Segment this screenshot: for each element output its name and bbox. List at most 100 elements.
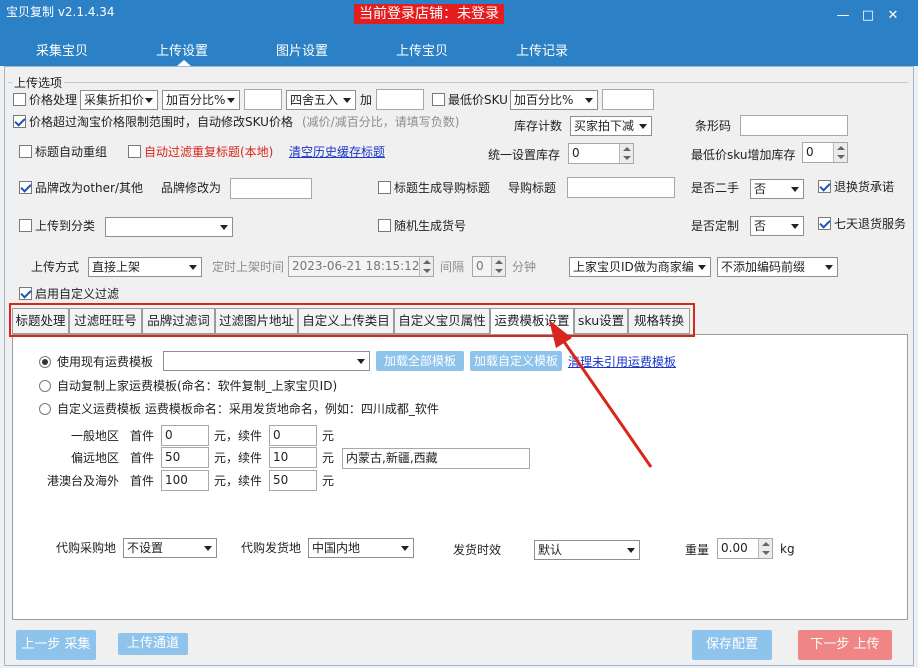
close-icon[interactable]: ✕ xyxy=(885,8,901,24)
minimize-icon[interactable]: — xyxy=(835,8,851,24)
second-hand-label: 是否二手 xyxy=(691,181,740,195)
auto-modify-sku-hint: (减价/减百分比，请填写负数) xyxy=(302,115,460,129)
tab-custom-category[interactable]: 自定义上传类目 xyxy=(298,308,394,334)
tab-upload-settings[interactable]: 上传设置 xyxy=(156,40,208,59)
region-next-input[interactable]: 0 xyxy=(269,425,317,446)
guide-title-gen-label: 标题生成导购标题 xyxy=(394,181,491,195)
min-sku-stock-input[interactable]: 0 xyxy=(802,142,848,163)
interval-label: 间隔 xyxy=(440,260,465,274)
region-yuan-label: 元 xyxy=(322,451,335,465)
tab-sku-settings[interactable]: sku设置 xyxy=(574,308,628,334)
weight-input[interactable]: 0.00 xyxy=(717,538,773,559)
min-sku-value-input[interactable] xyxy=(602,89,654,110)
region-yuan-next-label: 元，续件 xyxy=(214,451,263,465)
custom-template-label: 自定义运费模板 运费模板命名：采用发货地命名，例如：四川成都_软件 xyxy=(57,402,439,416)
random-sku-no-label: 随机生成货号 xyxy=(394,219,467,233)
tab-filter-wangwang[interactable]: 过滤旺旺号 xyxy=(69,308,142,334)
auto-copy-label: 自动复制上家运费模板(命名：软件复制_上家宝贝ID) xyxy=(57,379,338,393)
guide-title-label: 导购标题 xyxy=(508,181,557,195)
auto-copy-radio[interactable] xyxy=(39,380,51,392)
title-regroup-checkbox[interactable] xyxy=(19,145,32,158)
upload-mode-select[interactable]: 直接上架 xyxy=(88,257,202,277)
prev-step-button[interactable]: 上一步 采集 xyxy=(16,630,96,660)
region-next-input[interactable]: 10 xyxy=(269,447,317,468)
load-custom-templates-button[interactable]: 加载自定义模板 xyxy=(470,351,562,371)
tab-title-process[interactable]: 标题处理 xyxy=(12,308,69,334)
timed-upload-input[interactable]: 2023-06-21 18:15:12 xyxy=(288,256,434,277)
price-mode-select[interactable]: 采集折扣价 xyxy=(80,90,158,110)
price-value-input[interactable] xyxy=(244,89,282,110)
tab-filter-image-url[interactable]: 过滤图片地址 xyxy=(215,308,298,334)
interval-input[interactable]: 0 xyxy=(472,256,506,277)
region-yuan-next-label: 元，续件 xyxy=(214,429,263,443)
brand-modify-label: 品牌修改为 xyxy=(161,181,222,195)
unify-stock-label: 统一设置库存 xyxy=(488,148,561,162)
ship-place-select[interactable]: 中国内地 xyxy=(308,538,414,558)
maximize-icon[interactable]: □ xyxy=(860,8,876,24)
barcode-input[interactable] xyxy=(740,115,848,136)
tab-brand-filter[interactable]: 品牌过滤词 xyxy=(142,308,215,334)
upload-channel-button[interactable]: 上传通道 xyxy=(118,633,188,655)
guide-title-input[interactable] xyxy=(567,177,675,198)
clean-unused-templates-link[interactable]: 清理未引用运费模板 xyxy=(568,353,676,371)
filter-repeat-title-label: 自动过滤重复标题(本地) xyxy=(144,145,274,159)
price-method-select[interactable]: 加百分比% xyxy=(162,90,240,110)
use-existing-radio[interactable] xyxy=(39,356,51,368)
ship-time-select[interactable]: 默认 xyxy=(534,540,640,560)
unify-stock-input[interactable]: 0 xyxy=(568,143,634,164)
tab-custom-attributes[interactable]: 自定义宝贝属性 xyxy=(394,308,490,334)
weight-unit-label: kg xyxy=(780,542,795,556)
region-first-input[interactable]: 100 xyxy=(161,470,209,491)
min-sku-stock-label: 最低价sku增加库存 xyxy=(691,148,796,162)
seven-day-return-checkbox[interactable] xyxy=(818,217,831,230)
seven-day-return-label: 七天退货服务 xyxy=(834,217,907,231)
region-first-input[interactable]: 50 xyxy=(161,447,209,468)
ship-place-label: 代购发货地 xyxy=(241,541,302,555)
merchant-code-select[interactable]: 上家宝贝ID做为商家编 xyxy=(569,257,711,277)
tab-upload-records[interactable]: 上传记录 xyxy=(516,40,568,59)
remote-region-input[interactable]: 内蒙古,新疆,西藏 xyxy=(342,448,530,469)
region-first-input[interactable]: 0 xyxy=(161,425,209,446)
region-name: 一般地区 xyxy=(71,429,120,443)
second-hand-select[interactable]: 否 xyxy=(750,179,804,199)
filter-repeat-title-checkbox[interactable] xyxy=(128,145,141,158)
region-yuan-label: 元 xyxy=(322,474,335,488)
existing-template-select[interactable] xyxy=(163,351,370,371)
customized-label: 是否定制 xyxy=(691,219,740,233)
region-next-input[interactable]: 50 xyxy=(269,470,317,491)
return-commit-checkbox[interactable] xyxy=(818,180,831,193)
upload-category-checkbox[interactable] xyxy=(19,219,32,232)
custom-filter-checkbox[interactable] xyxy=(19,287,32,300)
load-all-templates-button[interactable]: 加载全部模板 xyxy=(376,351,464,371)
custom-template-radio[interactable] xyxy=(39,403,51,415)
region-yuan-next-label: 元，续件 xyxy=(214,474,263,488)
clear-history-link[interactable]: 清空历史缓存标题 xyxy=(289,143,385,161)
random-sku-no-checkbox[interactable] xyxy=(378,219,391,232)
add-value-input[interactable] xyxy=(376,89,424,110)
stock-count-select[interactable]: 买家拍下减 xyxy=(570,116,652,136)
save-config-button[interactable]: 保存配置 xyxy=(692,630,772,660)
region-first-label: 首件 xyxy=(130,429,155,443)
tab-freight-template[interactable]: 运费模板设置 xyxy=(490,308,574,334)
region-yuan-label: 元 xyxy=(322,429,335,443)
upload-category-select[interactable] xyxy=(105,217,233,237)
auto-modify-sku-label: 价格超过淘宝价格限制范围时，自动修改SKU价格 xyxy=(29,115,293,129)
tab-collect[interactable]: 采集宝贝 xyxy=(36,40,88,59)
code-prefix-select[interactable]: 不添加编码前缀 xyxy=(717,257,838,277)
rounding-select[interactable]: 四舍五入 xyxy=(286,90,356,110)
tab-upload-items[interactable]: 上传宝贝 xyxy=(396,40,448,59)
tab-image-settings[interactable]: 图片设置 xyxy=(276,40,328,59)
guide-title-gen-checkbox[interactable] xyxy=(378,181,391,194)
group-divider xyxy=(8,82,908,83)
min-sku-method-select[interactable]: 加百分比% xyxy=(510,90,598,110)
price-process-checkbox[interactable] xyxy=(13,93,26,106)
customized-select[interactable]: 否 xyxy=(750,216,804,236)
purchase-place-select[interactable]: 不设置 xyxy=(123,538,217,558)
next-step-button[interactable]: 下一步 上传 xyxy=(798,630,892,660)
auto-modify-sku-checkbox[interactable] xyxy=(13,115,26,128)
min-sku-checkbox[interactable] xyxy=(432,93,445,106)
brand-modify-input[interactable] xyxy=(230,178,312,199)
tab-spec-convert[interactable]: 规格转换 xyxy=(628,308,690,334)
brand-other-checkbox[interactable] xyxy=(19,181,32,194)
use-existing-label: 使用现有运费模板 xyxy=(57,355,154,369)
